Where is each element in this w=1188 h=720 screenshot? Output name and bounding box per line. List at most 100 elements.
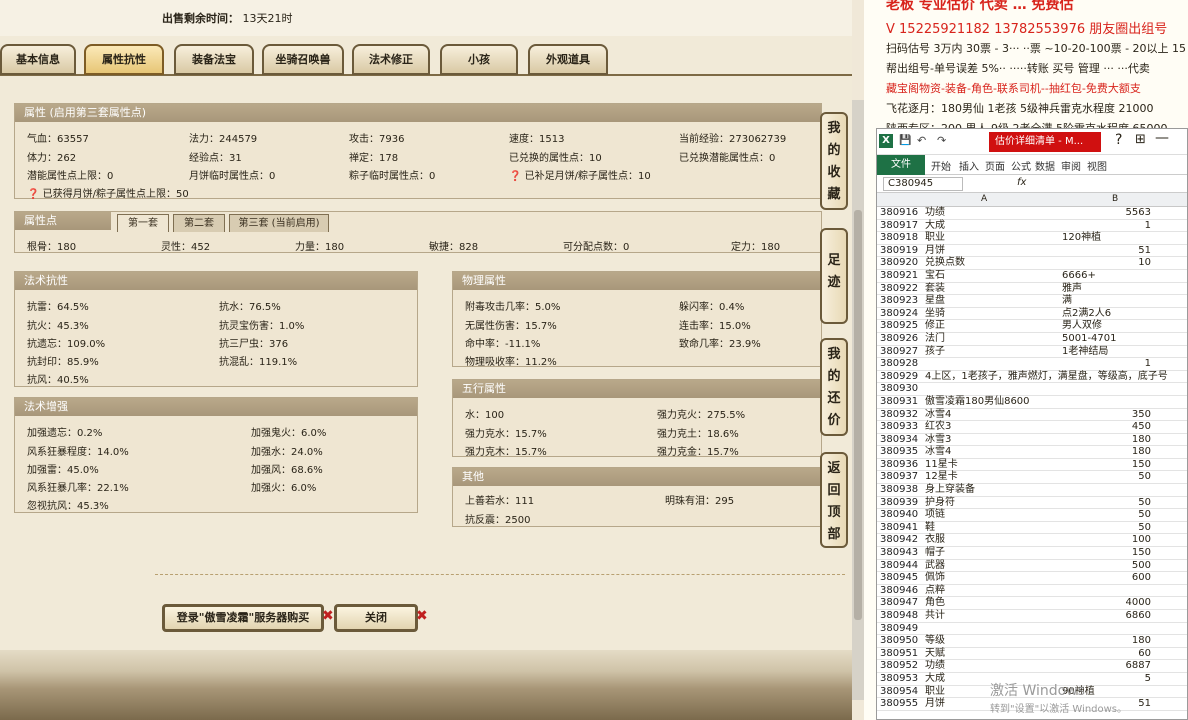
tab-attributes-resist[interactable]: 属性抗性 bbox=[84, 44, 164, 75]
cell-b-number[interactable]: 50 bbox=[1138, 509, 1151, 521]
tab-appearance[interactable]: 外观道具 bbox=[528, 44, 608, 75]
excel-grid[interactable]: 380916 功绩 5563 380917 大成 1 380918 职业 120神植 380919… bbox=[877, 207, 1187, 711]
help-icon[interactable]: ? bbox=[1115, 132, 1122, 148]
subtab-set-3[interactable]: 第三套 (当前启用) bbox=[229, 214, 329, 232]
cell-b-number[interactable]: 5563 bbox=[1126, 207, 1151, 219]
table-row[interactable]: 380945 佩饰 600 bbox=[877, 572, 1187, 585]
cell-a[interactable]: 佩饰 bbox=[925, 572, 945, 584]
cell-b-number[interactable]: 450 bbox=[1132, 421, 1151, 433]
table-row[interactable]: 380951 天赋 60 bbox=[877, 648, 1187, 661]
cell-b-text[interactable]: 1老神结局 bbox=[1062, 346, 1108, 358]
cell-a[interactable]: 职业 bbox=[925, 232, 945, 244]
cell-a[interactable]: 功绩 bbox=[925, 660, 945, 672]
cell-a[interactable]: 天赋 bbox=[925, 648, 945, 660]
back-to-top-button[interactable]: 返回顶部 bbox=[820, 452, 848, 548]
table-row[interactable]: 380924 坐骑 点2满2人6 bbox=[877, 308, 1187, 321]
cell-a[interactable]: 11星卡 bbox=[925, 459, 958, 471]
cell-b-number[interactable]: 4000 bbox=[1126, 597, 1151, 609]
table-row[interactable]: 380933 红农3 450 bbox=[877, 421, 1187, 434]
table-row[interactable]: 380940 项链 50 bbox=[877, 509, 1187, 522]
cell-b-number[interactable]: 1 bbox=[1145, 220, 1151, 232]
tab-child[interactable]: 小孩 bbox=[440, 44, 518, 75]
tab-mount-summon[interactable]: 坐骑召唤兽 bbox=[262, 44, 344, 75]
my-favorites-button[interactable]: 我的收藏 bbox=[820, 112, 848, 210]
column-header-a[interactable]: A bbox=[981, 194, 987, 204]
cell-b-number[interactable]: 180 bbox=[1132, 434, 1151, 446]
table-row[interactable]: 380930 bbox=[877, 383, 1187, 396]
table-row[interactable]: 380948 共计 6860 bbox=[877, 610, 1187, 623]
table-row[interactable]: 380949 bbox=[877, 623, 1187, 636]
table-row[interactable]: 380938 身上穿装备 bbox=[877, 484, 1187, 497]
cell-a[interactable]: 月饼 bbox=[925, 698, 945, 710]
ribbon-tab-review[interactable]: 审阅 bbox=[1061, 158, 1081, 173]
cell-b-number[interactable]: 6860 bbox=[1126, 610, 1151, 622]
cell-b-text[interactable]: 6666+ bbox=[1062, 270, 1096, 282]
cell-b-number[interactable]: 180 bbox=[1132, 446, 1151, 458]
cell-a[interactable]: 孩子 bbox=[925, 346, 945, 358]
cell-a[interactable]: 12星卡 bbox=[925, 471, 958, 483]
ribbon-tab-home[interactable]: 开始 bbox=[931, 158, 951, 173]
cell-b-text[interactable]: 点2满2人6 bbox=[1062, 308, 1111, 320]
cell-a[interactable]: 冰雪4 bbox=[925, 409, 951, 421]
cell-b-number[interactable]: 50 bbox=[1138, 471, 1151, 483]
cell-a[interactable]: 衣服 bbox=[925, 534, 945, 546]
cell-b-number[interactable]: 50 bbox=[1138, 497, 1151, 509]
cell-a[interactable]: 套装 bbox=[925, 283, 945, 295]
cell-a[interactable]: 帽子 bbox=[925, 547, 945, 559]
cell-a[interactable]: 功绩 bbox=[925, 207, 945, 219]
tab-basic-info[interactable]: 基本信息 bbox=[0, 44, 76, 75]
cell-a[interactable]: 身上穿装备 bbox=[925, 484, 975, 496]
cell-b-text[interactable]: 满 bbox=[1062, 295, 1072, 307]
table-row[interactable]: 380943 帽子 150 bbox=[877, 547, 1187, 560]
table-row[interactable]: 380942 衣服 100 bbox=[877, 534, 1187, 548]
my-counteroffer-button[interactable]: 我的还价 bbox=[820, 338, 848, 436]
table-row[interactable]: 380920 兑换点数 10 bbox=[877, 257, 1187, 270]
table-row[interactable]: 380944 武器 500 bbox=[877, 560, 1187, 573]
cell-b-text[interactable]: 男人双修 bbox=[1062, 320, 1102, 332]
cell-a[interactable]: 鞋 bbox=[925, 522, 935, 534]
cell-a[interactable]: 4上区，1老孩子，雅声燃灯，满星盘，等级高，底子号 bbox=[925, 371, 1168, 383]
cell-a[interactable]: 等级 bbox=[925, 635, 945, 647]
table-row[interactable]: 380939 护身符 50 bbox=[877, 497, 1187, 510]
save-icon[interactable]: 💾 bbox=[899, 135, 911, 146]
tab-spell-correction[interactable]: 法术修正 bbox=[352, 44, 430, 75]
cell-a[interactable]: 冰雪3 bbox=[925, 434, 951, 446]
column-header-b[interactable]: B bbox=[1112, 194, 1118, 204]
table-row[interactable]: 380936 11星卡 150 bbox=[877, 459, 1187, 472]
table-row[interactable]: 380918 职业 120神植 bbox=[877, 232, 1187, 245]
cell-b-number[interactable]: 1 bbox=[1145, 358, 1151, 370]
cell-a[interactable]: 坐骑 bbox=[925, 308, 945, 320]
cell-a[interactable]: 修正 bbox=[925, 320, 945, 332]
cell-a[interactable]: 点粹 bbox=[925, 585, 945, 597]
table-row[interactable]: 380934 冰雪3 180 bbox=[877, 434, 1187, 447]
cell-a[interactable]: 冰雪4 bbox=[925, 446, 951, 458]
footprint-button[interactable]: 足迹 bbox=[820, 228, 848, 324]
cell-b-number[interactable]: 51 bbox=[1138, 698, 1151, 710]
cell-a[interactable]: 大成 bbox=[925, 220, 945, 232]
cell-a[interactable]: 项链 bbox=[925, 509, 945, 521]
table-row[interactable]: 380932 冰雪4 350 bbox=[877, 409, 1187, 422]
ribbon-tab-page[interactable]: 页面 bbox=[985, 158, 1005, 173]
table-row[interactable]: 380946 点粹 bbox=[877, 585, 1187, 598]
ribbon-tab-formula[interactable]: 公式 bbox=[1011, 158, 1031, 173]
ribbon-tab-file[interactable]: 文件 bbox=[877, 155, 925, 175]
cell-a[interactable]: 角色 bbox=[925, 597, 945, 609]
cell-b-number[interactable]: 350 bbox=[1132, 409, 1151, 421]
cell-a[interactable]: 共计 bbox=[925, 610, 945, 622]
cell-a[interactable]: 兑换点数 bbox=[925, 257, 965, 269]
cell-b-number[interactable]: 500 bbox=[1132, 560, 1151, 572]
table-row[interactable]: 380929 4上区，1老孩子，雅声燃灯，满星盘，等级高，底子号 bbox=[877, 371, 1187, 384]
cell-a[interactable]: 职业 bbox=[925, 686, 945, 698]
redo-icon[interactable]: ↷ bbox=[937, 134, 946, 147]
close-button[interactable]: 关闭 bbox=[334, 604, 418, 632]
subtab-set-1[interactable]: 第一套 bbox=[117, 214, 169, 232]
ribbon-tab-view[interactable]: 视图 bbox=[1087, 158, 1107, 173]
cell-a[interactable]: 武器 bbox=[925, 560, 945, 572]
cell-b-number[interactable]: 60 bbox=[1138, 648, 1151, 660]
table-row[interactable]: 380927 孩子 1老神结局 bbox=[877, 346, 1187, 359]
table-row[interactable]: 380937 12星卡 50 bbox=[877, 471, 1187, 485]
cell-a[interactable]: 星盘 bbox=[925, 295, 945, 307]
table-row[interactable]: 380931 傲雪凌霜180男仙8600 bbox=[877, 396, 1187, 409]
cell-a[interactable]: 法门 bbox=[925, 333, 945, 345]
table-row[interactable]: 380923 星盘 满 bbox=[877, 295, 1187, 308]
